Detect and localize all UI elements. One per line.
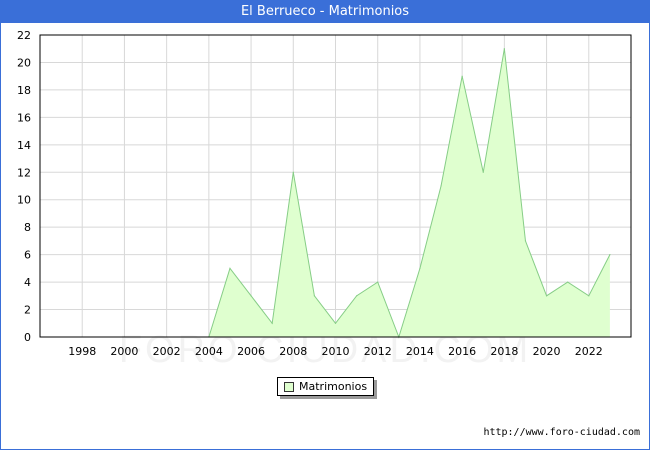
x-tick-label: 1998 [68, 345, 96, 358]
data-point [609, 254, 611, 256]
legend: Matrimonios [277, 377, 374, 396]
legend-label: Matrimonios [299, 380, 368, 393]
y-tick-label: 10 [17, 194, 31, 207]
data-point [524, 240, 527, 242]
data-point [461, 75, 463, 77]
data-point [356, 295, 358, 297]
data-point [292, 171, 294, 173]
data-point [482, 171, 484, 173]
x-tick-label: 2004 [195, 345, 223, 358]
x-tick-label: 2010 [322, 345, 350, 358]
x-tick-label: 2016 [448, 345, 476, 358]
x-tick-label: 2002 [153, 345, 181, 358]
y-tick-label: 16 [17, 111, 31, 124]
y-tick-label: 8 [24, 221, 31, 234]
y-tick-label: 22 [17, 29, 31, 42]
y-tick-label: 20 [17, 56, 31, 69]
data-point [313, 295, 315, 297]
y-tick-label: 2 [24, 304, 31, 317]
data-point [229, 267, 231, 269]
data-point [503, 48, 505, 50]
y-tick-label: 14 [17, 139, 31, 152]
x-tick-label: 2006 [237, 345, 265, 358]
footer-url[interactable]: http://www.foro-ciudad.com [483, 427, 640, 438]
data-point [419, 267, 421, 269]
series-line [208, 48, 611, 339]
data-point [545, 295, 548, 297]
y-tick-label: 6 [24, 249, 31, 262]
x-tick-label: 2000 [110, 345, 138, 358]
data-point [250, 295, 252, 297]
y-tick-label: 4 [24, 276, 31, 289]
data-point [567, 281, 569, 283]
y-tick-label: 12 [17, 166, 31, 179]
x-tick-label: 2020 [533, 345, 561, 358]
y-tick-label: 18 [17, 84, 31, 97]
x-tick-label: 2014 [406, 345, 434, 358]
y-tick-label: 0 [24, 331, 31, 344]
data-point [334, 322, 337, 324]
x-tick-label: 2008 [279, 345, 307, 358]
y-axis: 0 2 4 6 8 10 12 14 16 18 20 22 [17, 29, 31, 344]
x-tick-label: 2018 [490, 345, 518, 358]
x-tick-label: 2022 [575, 345, 603, 358]
legend-swatch [284, 381, 294, 392]
series-group [208, 48, 611, 339]
data-point [271, 322, 273, 324]
data-point [377, 281, 379, 283]
x-tick-label: 2012 [364, 345, 392, 358]
data-point [440, 185, 442, 187]
data-point [588, 295, 590, 297]
